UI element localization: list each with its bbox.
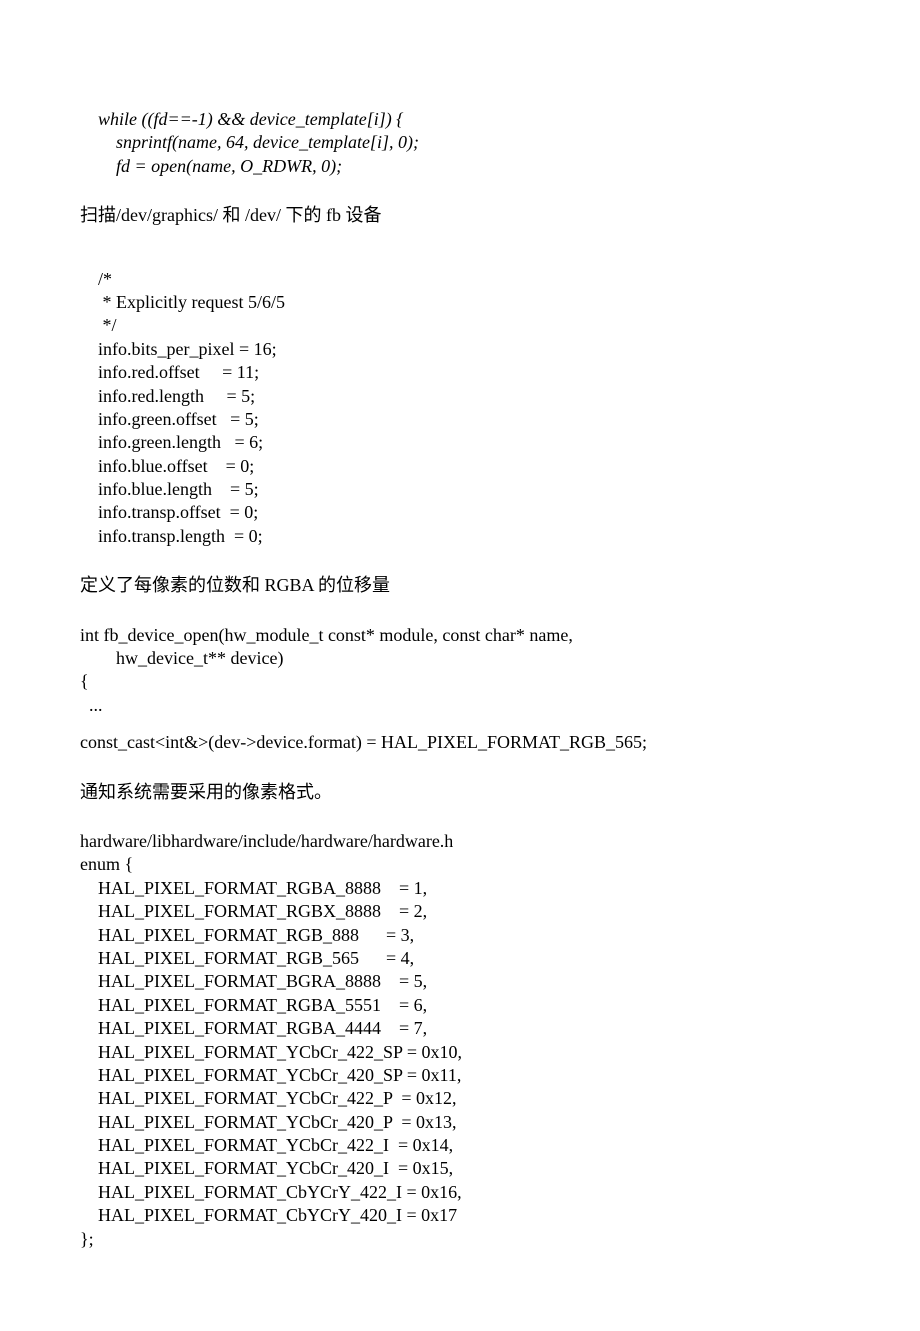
code-line-const-cast: const_cast<int&>(dev->device.format) = H…: [80, 731, 860, 754]
code-block-fb-device-open: int fb_device_open(hw_module_t const* mo…: [80, 624, 860, 718]
code-block-hal-enum: hardware/libhardware/include/hardware/ha…: [80, 830, 860, 1251]
code-block-pixel-info: /* * Explicitly request 5/6/5 */ info.bi…: [80, 268, 860, 549]
note-bits-rgba: 定义了每像素的位数和 RGBA 的位移量: [80, 562, 860, 609]
note-scan-devices: 扫描/dev/graphics/ 和 /dev/ 下的 fb 设备: [80, 192, 860, 239]
note-pixel-format: 通知系统需要采用的像素格式。: [80, 769, 860, 816]
code-block-while-loop: while ((fd==-1) && device_template[i]) {…: [80, 108, 860, 178]
